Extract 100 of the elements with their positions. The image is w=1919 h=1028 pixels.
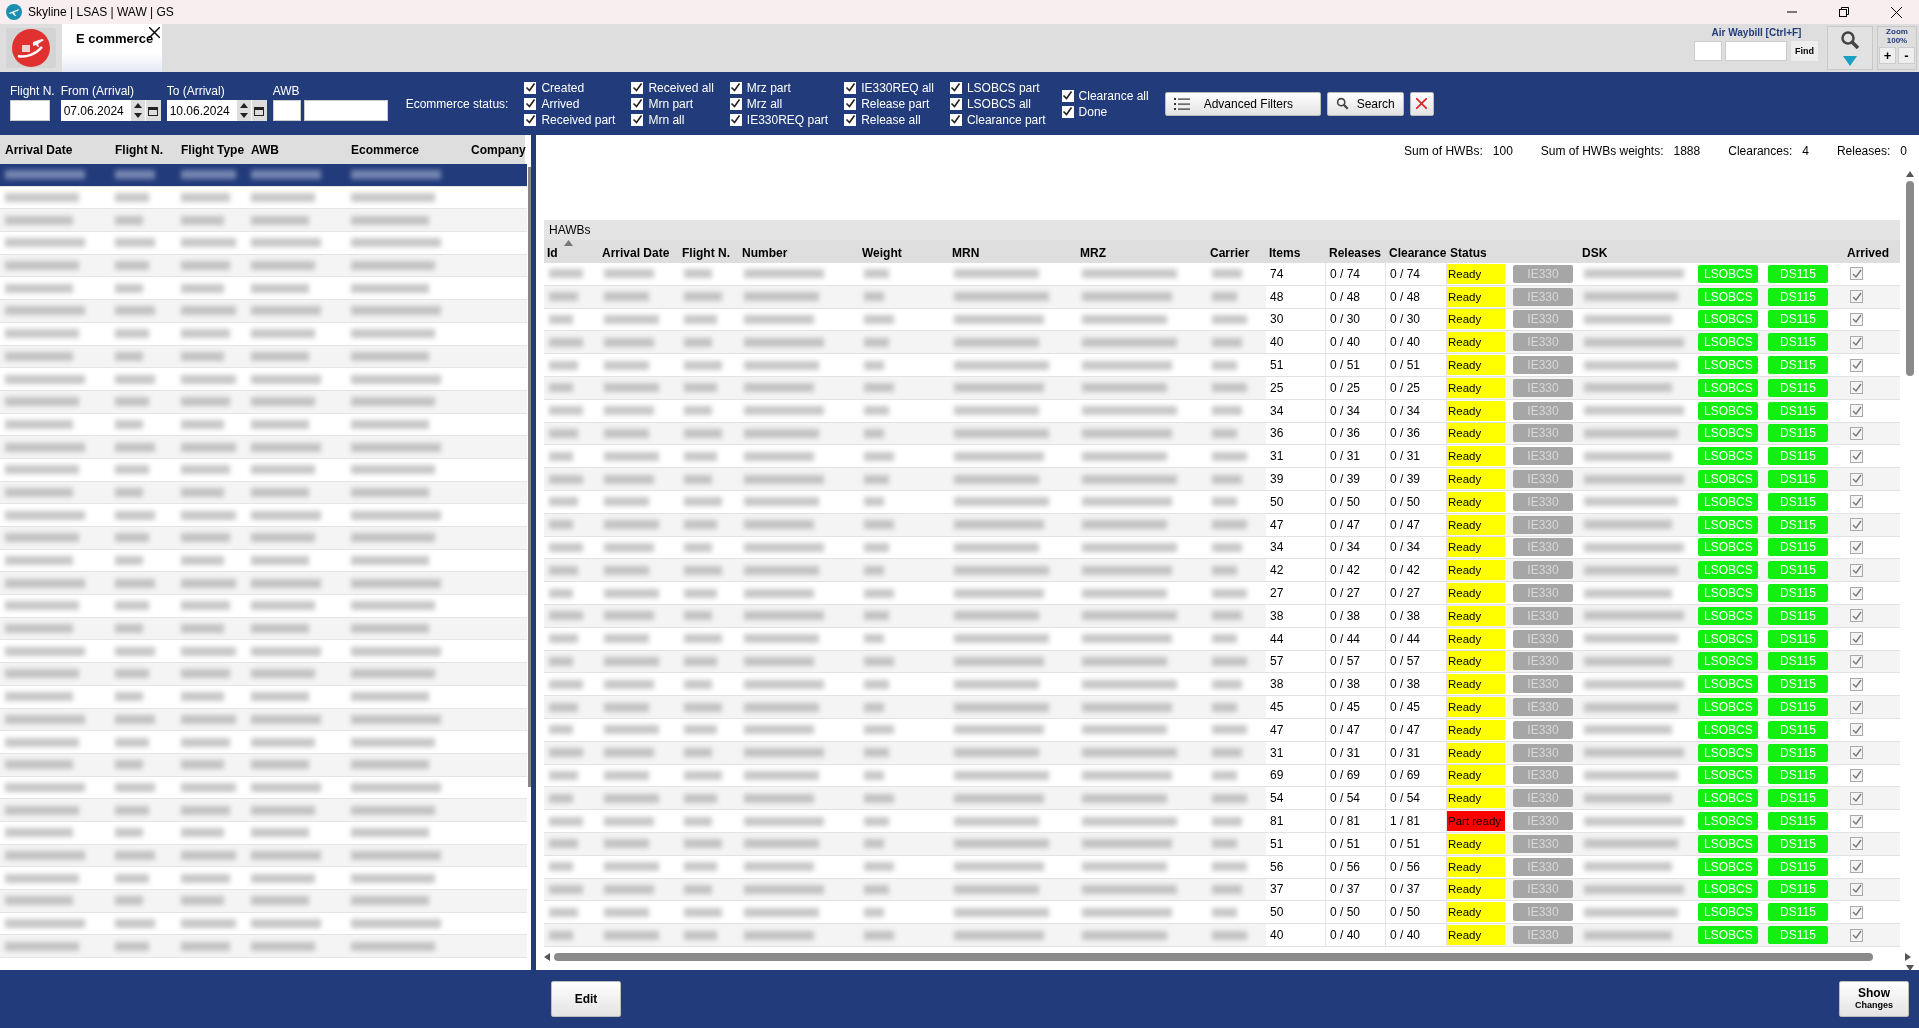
ds115-button[interactable]: DS115 [1768,310,1828,329]
lsobcs-button[interactable]: LSOBCS [1698,401,1758,420]
date-field[interactable]: 07.06.2024 [60,100,161,121]
checkbox[interactable] [729,97,742,110]
column-header[interactable]: Number [739,246,859,260]
checkbox[interactable] [844,97,857,110]
caret-down-icon[interactable] [133,113,142,119]
ds115-button[interactable]: DS115 [1768,561,1828,580]
arrived-checkbox[interactable] [1850,882,1863,896]
lsobcs-button[interactable]: LSOBCS [1698,629,1758,648]
checkbox[interactable] [524,97,537,110]
checkbox[interactable] [631,81,644,94]
column-header[interactable]: AWB [246,142,346,157]
lsobcs-button[interactable]: LSOBCS [1698,720,1758,739]
ds115-button[interactable]: DS115 [1768,720,1828,739]
zoom-out-button[interactable]: - [1898,47,1915,64]
column-header[interactable]: Releases [1326,246,1386,260]
ds115-button[interactable]: DS115 [1768,470,1828,489]
lsobcs-button[interactable]: LSOBCS [1698,470,1758,489]
lsobcs-button[interactable]: LSOBCS [1698,743,1758,762]
ds115-button[interactable]: DS115 [1768,789,1828,808]
close-icon[interactable] [149,27,160,38]
column-header[interactable]: Arrival Date [0,142,110,157]
checkbox[interactable] [844,81,857,94]
calendar-icon[interactable] [148,105,159,116]
caret-down-icon[interactable] [239,113,248,119]
arrived-checkbox[interactable] [1850,563,1863,577]
ds115-button[interactable]: DS115 [1768,812,1828,830]
column-header[interactable]: Flight Type [176,142,246,157]
checkbox[interactable] [1061,105,1074,118]
checkbox[interactable] [524,81,537,94]
lsobcs-button[interactable]: LSOBCS [1698,652,1758,671]
scroll-right-icon[interactable] [1905,952,1911,961]
date-field[interactable]: 10.06.2024 [166,100,267,121]
column-header[interactable]: Status [1447,246,1509,260]
lsobcs-button[interactable]: LSOBCS [1698,310,1758,329]
checkbox[interactable] [949,81,962,94]
ds115-button[interactable]: DS115 [1768,287,1828,306]
arrived-checkbox[interactable] [1850,358,1863,372]
ds115-button[interactable]: DS115 [1768,698,1828,717]
checkbox[interactable] [631,113,644,126]
checkbox[interactable] [729,113,742,126]
lsobcs-button[interactable]: LSOBCS [1698,812,1758,830]
ds115-button[interactable]: DS115 [1768,766,1828,785]
arrived-checkbox[interactable] [1850,426,1863,440]
ds115-button[interactable]: DS115 [1768,264,1828,283]
checkbox[interactable] [729,81,742,94]
lsobcs-button[interactable]: LSOBCS [1698,584,1758,603]
arrived-checkbox[interactable] [1850,860,1863,874]
arrived-checkbox[interactable] [1850,654,1863,668]
ds115-button[interactable]: DS115 [1768,378,1828,397]
awb-number-field[interactable] [1725,41,1787,61]
ds115-button[interactable]: DS115 [1768,538,1828,557]
arrived-checkbox[interactable] [1850,791,1863,805]
arrived-checkbox[interactable] [1850,746,1863,760]
column-header[interactable]: Id [544,246,599,260]
zoom-in-button[interactable]: + [1879,47,1896,64]
checkbox[interactable] [524,113,537,126]
arrived-checkbox[interactable] [1850,723,1863,737]
checkbox[interactable] [1061,89,1074,102]
restore-icon[interactable] [1839,7,1849,17]
ds115-button[interactable]: DS115 [1768,606,1828,625]
arrived-checkbox[interactable] [1850,313,1863,326]
column-header[interactable]: Items [1266,246,1326,260]
lsobcs-button[interactable]: LSOBCS [1698,424,1758,443]
caret-up-icon[interactable] [239,102,248,108]
lsobcs-button[interactable]: LSOBCS [1698,447,1758,466]
arrived-checkbox[interactable] [1850,905,1863,919]
lsobcs-button[interactable]: LSOBCS [1698,561,1758,580]
column-header[interactable]: Ecommerce [346,142,466,157]
awb-prefix-field[interactable] [1694,41,1722,61]
ds115-button[interactable]: DS115 [1768,629,1828,648]
column-header[interactable]: Weight [859,246,949,260]
scrollbar-thumb[interactable] [554,952,1873,961]
ds115-button[interactable]: DS115 [1768,333,1828,352]
scroll-up-icon[interactable] [1906,171,1914,177]
arrived-checkbox[interactable] [1850,449,1863,463]
arrived-checkbox[interactable] [1850,335,1863,349]
arrived-checkbox[interactable] [1850,540,1863,554]
calendar-icon[interactable] [254,105,265,116]
arrived-checkbox[interactable] [1850,700,1863,714]
ds115-button[interactable]: DS115 [1768,743,1828,762]
lsobcs-button[interactable]: LSOBCS [1698,287,1758,306]
arrived-checkbox[interactable] [1850,586,1863,600]
ds115-button[interactable]: DS115 [1768,903,1828,922]
search-button[interactable]: Search [1326,91,1404,116]
close-icon[interactable] [1890,6,1902,18]
ds115-button[interactable]: DS115 [1768,447,1828,466]
ds115-button[interactable]: DS115 [1768,356,1828,375]
lsobcs-button[interactable]: LSOBCS [1698,333,1758,352]
lsobcs-button[interactable]: LSOBCS [1698,606,1758,625]
lsobcs-button[interactable]: LSOBCS [1698,515,1758,534]
lsobcs-button[interactable]: LSOBCS [1698,789,1758,808]
show-changes-button[interactable]: Show Changes [1839,981,1909,1017]
checkbox[interactable] [949,113,962,126]
ds115-button[interactable]: DS115 [1768,880,1828,899]
advanced-filters-button[interactable]: Advanced Filters [1164,91,1321,116]
arrived-checkbox[interactable] [1850,928,1863,942]
ds115-button[interactable]: DS115 [1768,424,1828,443]
lsobcs-button[interactable]: LSOBCS [1698,926,1758,944]
